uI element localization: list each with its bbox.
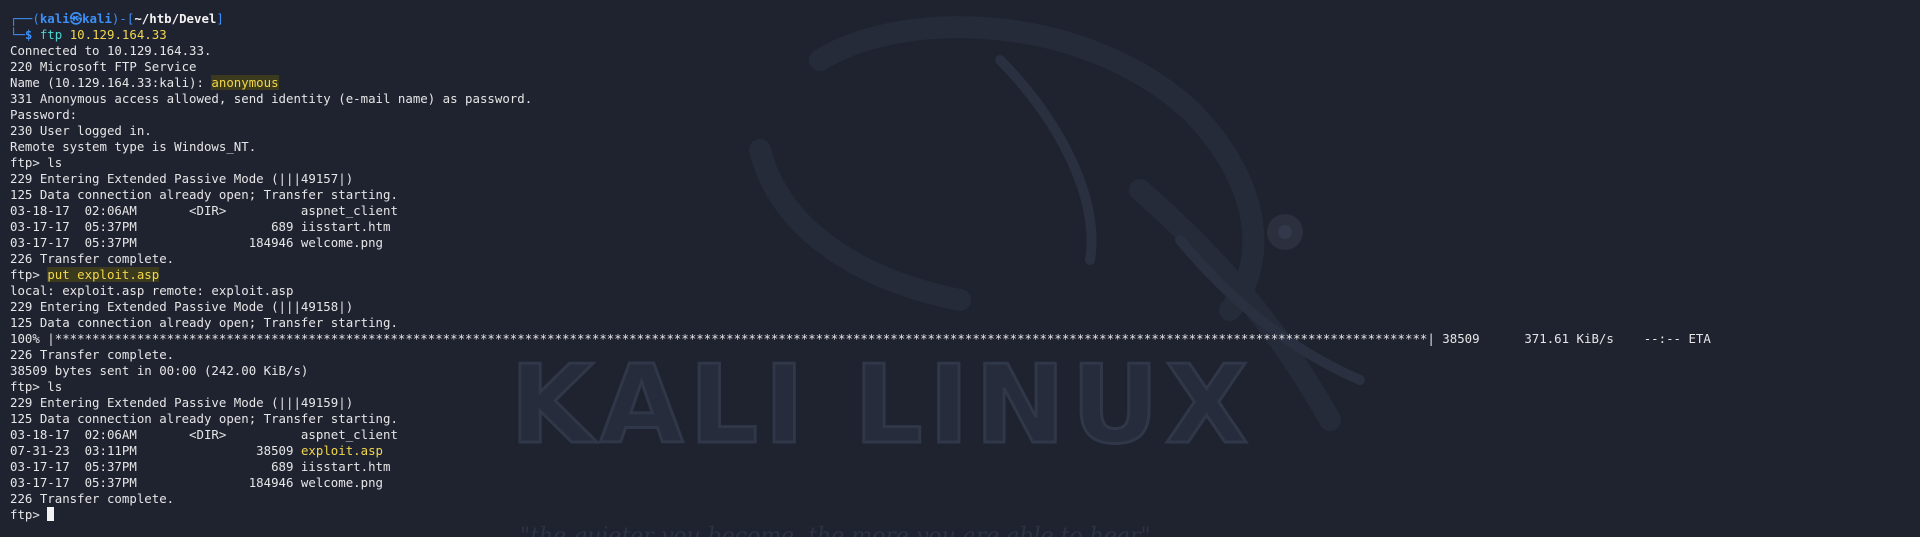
output-line: Name (10.129.164.33:kali): anonymous <box>10 75 1920 91</box>
output-line: 125 Data connection already open; Transf… <box>10 187 398 202</box>
watermark-quote: "the quieter you become, the more you ar… <box>520 524 1151 537</box>
command-argument: 10.129.164.33 <box>69 27 167 42</box>
output-line: ftp> ls <box>10 155 63 170</box>
username-input: anonymous <box>211 75 279 90</box>
prompt-dollar: $ <box>24 27 40 42</box>
prompt-line-1: ┌──(kali㉿kali)-[~/htb/Devel] <box>10 11 1920 27</box>
name-prompt: Name (10.129.164.33:kali): <box>10 75 212 90</box>
output-line: 331 Anonymous access allowed, send ident… <box>10 91 533 106</box>
text-cursor[interactable] <box>47 507 55 521</box>
transfer-progress: 100% |**********************************… <box>10 331 1711 346</box>
output-line: 229 Entering Extended Passive Mode (|||4… <box>10 171 354 186</box>
output-line: 226 Transfer complete. <box>10 347 175 362</box>
output-line: 229 Entering Extended Passive Mode (|||4… <box>10 395 354 410</box>
output-line: 226 Transfer complete. <box>10 491 175 506</box>
prompt-host: kali <box>82 11 112 26</box>
listing-row: 03-18-17 02:06AM <DIR> aspnet_client <box>10 203 398 218</box>
current-prompt-line[interactable]: ftp> <box>10 507 1920 523</box>
listing-row: 03-18-17 02:06AM <DIR> aspnet_client <box>10 427 398 442</box>
listing-row: 03-17-17 05:37PM 689 iisstart.htm <box>10 459 391 474</box>
prompt-separator: )-[ <box>111 11 135 26</box>
listing-row: 03-17-17 05:37PM 184946 welcome.png <box>10 475 383 490</box>
terminal-output: ┌──(kali㉿kali)-[~/htb/Devel] └─$ ftp 10.… <box>10 11 1920 523</box>
ftp-prompt: ftp> <box>10 507 48 522</box>
output-line: 38509 bytes sent in 00:00 (242.00 KiB/s) <box>10 363 309 378</box>
uploaded-file-name: exploit.asp <box>300 443 383 458</box>
output-line: Password: <box>10 107 78 122</box>
output-line: 125 Data connection already open; Transf… <box>10 411 398 426</box>
prompt-close: ] <box>216 11 224 26</box>
listing-row: 03-17-17 05:37PM 689 iisstart.htm <box>10 219 391 234</box>
terminal-window[interactable]: KALI LINUX "the quieter you become, the … <box>0 0 1920 537</box>
listing-row: 03-17-17 05:37PM 184946 welcome.png <box>10 235 383 250</box>
output-line: Connected to 10.129.164.33. <box>10 43 212 58</box>
output-line: local: exploit.asp remote: exploit.asp <box>10 283 294 298</box>
output-line: 230 User logged in. <box>10 123 152 138</box>
prompt-path: ~/htb/Devel <box>134 11 217 26</box>
output-line: Remote system type is Windows_NT. <box>10 139 257 154</box>
prompt-user: kali <box>39 11 70 26</box>
ftp-prompt: ftp> <box>10 267 48 282</box>
prompt-corner: └─ <box>10 27 25 42</box>
listing-meta: 07-31-23 03:11PM 38509 <box>10 443 301 458</box>
listing-row: 07-31-23 03:11PM 38509 exploit.asp <box>10 443 1920 459</box>
output-line: ftp> ls <box>10 379 63 394</box>
output-line: 226 Transfer complete. <box>10 251 175 266</box>
output-line: 125 Data connection already open; Transf… <box>10 315 398 330</box>
prompt-frame: ┌──( <box>10 11 40 26</box>
put-command: put exploit.asp <box>47 267 160 282</box>
output-line: ftp> put exploit.asp <box>10 267 1920 283</box>
output-line: 220 Microsoft FTP Service <box>10 59 197 74</box>
output-line: 229 Entering Extended Passive Mode (|||4… <box>10 299 354 314</box>
prompt-at-symbol: ㉿ <box>69 11 83 26</box>
command-name: ftp <box>39 27 63 42</box>
prompt-line-2: └─$ ftp 10.129.164.33 <box>10 27 1920 43</box>
